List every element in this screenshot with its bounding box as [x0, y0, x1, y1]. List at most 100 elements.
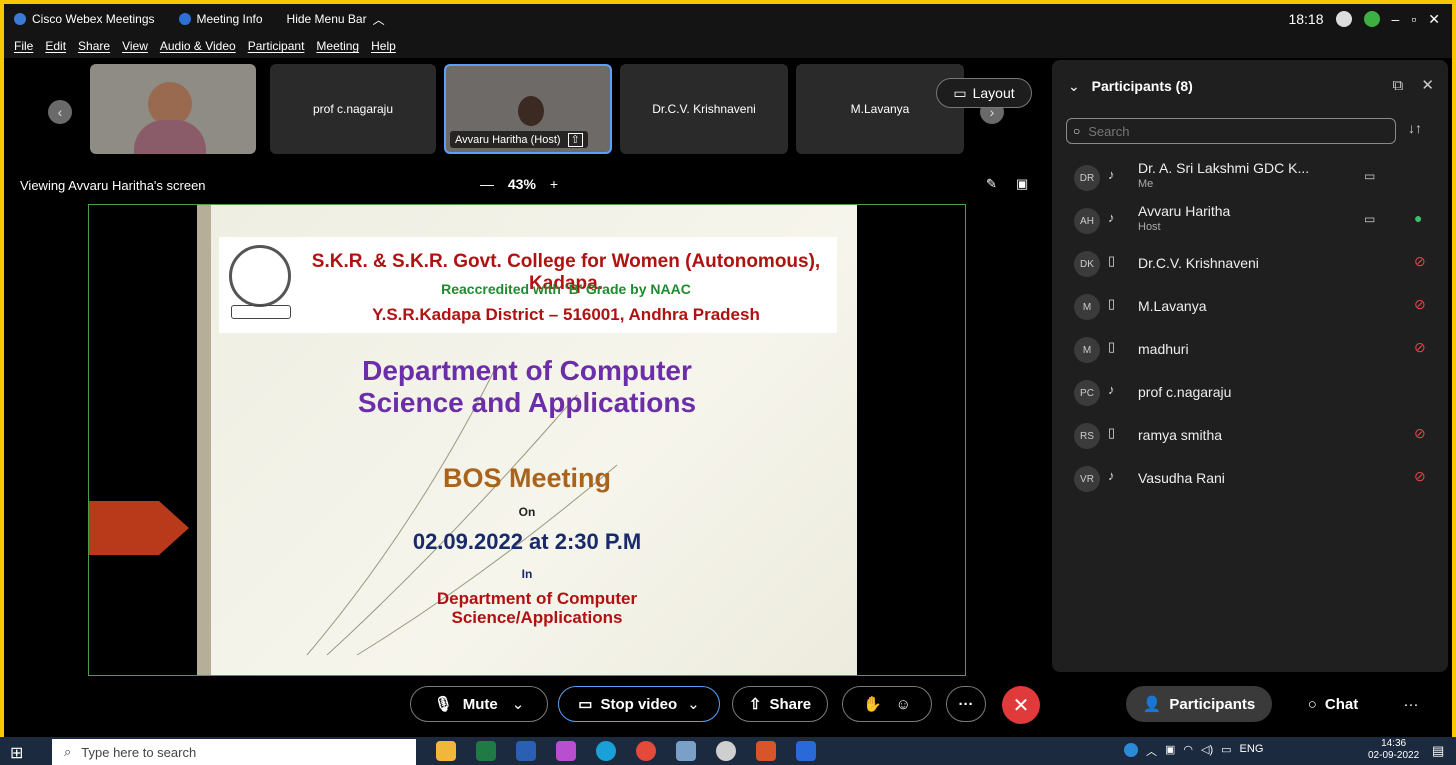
participant-search[interactable]: ○: [1066, 118, 1396, 144]
battery-icon[interactable]: ▭: [1221, 743, 1231, 759]
slide-side-bar: [197, 205, 211, 675]
app-icon[interactable]: [676, 741, 696, 761]
video-thumb-krishnaveni[interactable]: Dr.C.V. Krishnaveni: [620, 64, 788, 154]
sort-icon[interactable]: ↓↑: [1408, 120, 1422, 136]
avatar: AH: [1074, 208, 1100, 234]
panel-header-actions: ⧉ ✕: [1393, 76, 1434, 94]
zoom-level: 43%: [507, 176, 536, 192]
video-thumb-self[interactable]: [90, 64, 256, 154]
participants-button[interactable]: 👤 Participants: [1126, 686, 1272, 722]
notifications-icon[interactable]: ▤: [1432, 743, 1444, 759]
participant-row[interactable]: DR ♪ Dr. A. Sri Lakshmi GDC K... Me ▭: [1052, 156, 1448, 199]
popout-panel-icon[interactable]: ⧉: [1393, 77, 1404, 94]
word-icon[interactable]: [516, 741, 536, 761]
file-explorer-icon[interactable]: [436, 741, 456, 761]
end-meeting-button[interactable]: ✕: [1002, 686, 1040, 724]
menu-participant[interactable]: Participant: [248, 39, 305, 53]
reactions-button[interactable]: ✋ ☺: [842, 686, 932, 722]
microphone-icon: 🎙: [433, 696, 453, 713]
mute-label: Mute: [462, 695, 498, 713]
taskbar-date: 02-09-2022: [1368, 750, 1420, 761]
mic-muted-icon[interactable]: ⊘: [1414, 425, 1426, 442]
mic-muted-icon[interactable]: ⊘: [1414, 339, 1426, 356]
popout-icon[interactable]: ▣: [1016, 176, 1028, 192]
help-icon[interactable]: [1335, 11, 1352, 27]
zoom-out-button[interactable]: —: [480, 176, 494, 192]
menu-edit[interactable]: Edit: [45, 39, 66, 53]
mic-muted-icon[interactable]: ⊘: [1414, 253, 1426, 270]
close-icon[interactable]: ✕: [1428, 11, 1440, 28]
panel-more-button[interactable]: ···: [1396, 686, 1426, 722]
taskbar-search[interactable]: ⌕ Type here to search: [52, 739, 416, 765]
department-line-1: Department of Computer: [362, 355, 692, 386]
help-icon[interactable]: [1124, 743, 1138, 757]
participant-row[interactable]: AH ♪ Avvaru Haritha Host ▭ ●: [1052, 199, 1448, 242]
video-thumb-host[interactable]: Avvaru Haritha (Host) ⇧: [444, 64, 612, 154]
menu-meeting[interactable]: Meeting: [316, 39, 359, 53]
close-panel-icon[interactable]: ✕: [1421, 77, 1434, 94]
volume-icon[interactable]: ◁): [1201, 743, 1213, 759]
emoji-icon[interactable]: ☺: [896, 696, 911, 713]
hide-menu-bar-button[interactable]: Hide Menu Bar ︿: [287, 11, 385, 28]
system-tray: ︿ ▣ ◠ ◁) ▭ ENG: [1124, 743, 1271, 759]
share-button[interactable]: ⇧ Share: [732, 686, 828, 722]
participant-row[interactable]: M ▯ madhuri ⊘: [1052, 328, 1448, 371]
wifi-icon[interactable]: ◠: [1183, 743, 1193, 759]
video-thumb-nagaraju[interactable]: prof c.nagaraju: [270, 64, 436, 154]
zoom-in-button[interactable]: +: [550, 176, 558, 192]
menu-share[interactable]: Share: [78, 39, 110, 53]
menu-audio-video[interactable]: Audio & Video: [160, 39, 236, 53]
chevron-up-icon[interactable]: ︿: [1146, 743, 1157, 759]
video-thumb-lavanya[interactable]: M.Lavanya: [796, 64, 964, 154]
department-line-2: Science and Applications: [357, 387, 697, 418]
menu-help[interactable]: Help: [371, 39, 396, 53]
in-label: In: [521, 567, 533, 581]
participant-role: Host: [1138, 221, 1161, 233]
chrome-icon[interactable]: [636, 741, 656, 761]
camera-icon[interactable]: ▭: [1364, 169, 1375, 183]
app-icon[interactable]: [756, 741, 776, 761]
chat-button[interactable]: ○ Chat: [1286, 686, 1380, 722]
chevron-down-icon[interactable]: ⌄: [512, 695, 525, 713]
more-options-button[interactable]: ···: [946, 686, 986, 722]
mute-button[interactable]: 🎙 Mute ⌄: [410, 686, 548, 722]
close-icon: ✕: [1012, 694, 1030, 717]
settings-icon[interactable]: [716, 741, 736, 761]
menu-file[interactable]: File: [14, 39, 33, 53]
participant-row[interactable]: VR ♪ Vasudha Rani ⊘: [1052, 457, 1448, 500]
participant-row[interactable]: M ▯ M.Lavanya ⊘: [1052, 285, 1448, 328]
chevron-down-icon[interactable]: ⌄: [687, 695, 700, 713]
maximize-icon[interactable]: ▫: [1411, 11, 1416, 27]
chevron-up-icon: ︿: [372, 12, 385, 27]
language-indicator[interactable]: ENG: [1240, 743, 1264, 759]
share-label: Share: [769, 695, 812, 713]
connection-status-icon[interactable]: [1363, 11, 1380, 27]
taskbar-clock[interactable]: 14:36 02-09-2022: [1368, 738, 1419, 762]
share-icon: ⇧: [748, 696, 762, 713]
layout-icon: ▭: [953, 84, 967, 101]
participant-row[interactable]: RS ▯ ramya smitha ⊘: [1052, 414, 1448, 457]
stop-video-button[interactable]: ▭ Stop video ⌄: [558, 686, 720, 722]
windows-start-icon[interactable]: ⊞: [10, 743, 23, 763]
thumbnails-prev-button[interactable]: ‹: [48, 100, 72, 124]
participant-row[interactable]: DK ▯ Dr.C.V. Krishnaveni ⊘: [1052, 242, 1448, 285]
minimize-icon[interactable]: –: [1392, 11, 1400, 27]
mic-active-icon[interactable]: ●: [1414, 210, 1422, 226]
participant-row[interactable]: PC ♪ prof c.nagaraju: [1052, 371, 1448, 414]
menu-view[interactable]: View: [122, 39, 148, 53]
tray-app-icon[interactable]: ▣: [1165, 743, 1175, 759]
layout-button[interactable]: ▭ Layout: [936, 78, 1032, 108]
edge-icon[interactable]: [596, 741, 616, 761]
mic-muted-icon[interactable]: ⊘: [1414, 296, 1426, 313]
meeting-info-button[interactable]: Meeting Info: [178, 12, 263, 26]
camera-icon[interactable]: ▭: [1364, 212, 1375, 226]
excel-icon[interactable]: [476, 741, 496, 761]
search-icon: ○: [1073, 124, 1081, 138]
raise-hand-icon[interactable]: ✋: [863, 695, 882, 713]
participants-header[interactable]: ⌄ Participants (8): [1068, 78, 1193, 95]
mic-muted-icon[interactable]: ⊘: [1414, 468, 1426, 485]
annotate-icon[interactable]: ✎: [986, 176, 997, 192]
paint-icon[interactable]: [556, 741, 576, 761]
webex-taskbar-icon[interactable]: [796, 741, 816, 761]
participant-search-input[interactable]: [1086, 122, 1371, 140]
